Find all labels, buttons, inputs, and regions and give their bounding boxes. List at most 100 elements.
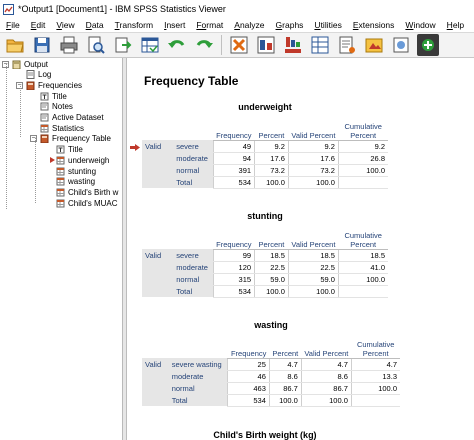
outline-item-label: Frequency Table bbox=[52, 134, 111, 144]
current-item-arrow-icon bbox=[130, 144, 140, 151]
row-category-label: severe bbox=[173, 249, 214, 261]
insert-output-icon[interactable] bbox=[417, 34, 439, 56]
outline-pane[interactable]: − Output Log − Frequencies Title Notes Active D… bbox=[0, 58, 123, 440]
title-bar: *Output1 [Document1] - IBM SPSS Statisti… bbox=[0, 0, 474, 18]
show-all-icon[interactable] bbox=[390, 34, 412, 56]
cell-pct: 86.7 bbox=[268, 382, 302, 395]
cell-cum: 26.8 bbox=[337, 152, 388, 165]
undo-icon[interactable] bbox=[166, 34, 188, 56]
menu-item-insert[interactable]: Insert bbox=[158, 20, 190, 30]
menu-item-view[interactable]: View bbox=[50, 20, 79, 30]
insert-text-icon[interactable] bbox=[336, 34, 358, 56]
goto-case-icon[interactable] bbox=[228, 34, 250, 56]
row-category-label: severe bbox=[173, 140, 214, 152]
cell-pct: 100.0 bbox=[268, 394, 302, 407]
row-category-label: moderate bbox=[168, 370, 228, 382]
log-book-icon bbox=[12, 60, 21, 69]
cell-pct: 18.5 bbox=[254, 249, 289, 262]
cell-cum: 100.0 bbox=[350, 382, 400, 395]
variables-icon[interactable] bbox=[282, 34, 304, 56]
cell-pct: 9.2 bbox=[254, 140, 289, 153]
column-header: Cumulative Percent bbox=[338, 225, 388, 250]
procedure-book-icon bbox=[40, 134, 49, 144]
cell-vpct: 59.0 bbox=[287, 273, 339, 286]
redo-icon[interactable] bbox=[193, 34, 215, 56]
outline-item-stunting[interactable]: stunting bbox=[56, 166, 96, 176]
menu-item-help[interactable]: Help bbox=[441, 20, 469, 30]
menu-item-graphs[interactable]: Graphs bbox=[270, 20, 309, 30]
row-group-label: Valid bbox=[142, 358, 169, 406]
cell-freq: 534 bbox=[227, 394, 270, 407]
outline-item-label: Active Dataset bbox=[52, 113, 104, 122]
cell-freq: 534 bbox=[212, 176, 255, 189]
outline-item-title[interactable]: Title bbox=[56, 145, 83, 155]
column-header: Frequency bbox=[227, 334, 270, 359]
cell-vpct: 100.0 bbox=[287, 176, 339, 189]
output-content-pane[interactable]: Frequency Table underweight Frequency Perc… bbox=[128, 58, 474, 440]
tree-connector bbox=[6, 64, 7, 209]
menu-item-extensions[interactable]: Extensions bbox=[347, 20, 400, 30]
menu-item-data[interactable]: Data bbox=[80, 20, 109, 30]
menu-item-format[interactable]: Format bbox=[190, 20, 228, 30]
outline-item-child-s-birth-w[interactable]: Child's Birth w bbox=[56, 187, 118, 197]
table-row: Valid severe wasting 25 4.7 4.7 4.7 bbox=[142, 358, 400, 406]
outline-item-active-dataset[interactable]: Active Dataset bbox=[40, 113, 104, 123]
cell-pct: 8.6 bbox=[268, 370, 302, 383]
print-preview-icon[interactable] bbox=[85, 34, 107, 56]
outline-item-wasting[interactable]: wasting bbox=[56, 177, 95, 187]
outline-item-notes[interactable]: Notes bbox=[40, 102, 73, 112]
frequency-table[interactable]: Frequency Percent Valid Percent Cumulative … bbox=[142, 225, 388, 298]
insert-chart-icon[interactable] bbox=[309, 34, 331, 56]
table-row: Total 534 100.0 100.0 bbox=[142, 394, 400, 407]
frequency-table[interactable]: Frequency Percent Valid Percent Cumulative … bbox=[142, 116, 388, 189]
column-header: Frequency bbox=[213, 225, 255, 250]
pane-splitter[interactable] bbox=[123, 58, 127, 440]
table-icon bbox=[40, 124, 49, 133]
goto-variable-icon[interactable] bbox=[255, 34, 277, 56]
tree-connector bbox=[20, 84, 21, 137]
menu-item-edit[interactable]: Edit bbox=[25, 20, 51, 30]
outline-item-frequency-table[interactable]: − Frequency Table bbox=[30, 134, 111, 144]
outline-item-label: Statistics bbox=[52, 123, 85, 133]
outline-item-title[interactable]: Title bbox=[40, 91, 67, 101]
menu-item-window[interactable]: Window bbox=[399, 20, 440, 30]
title-icon bbox=[40, 92, 49, 101]
table-header-row: Frequency Percent Valid Percent Cumulative … bbox=[142, 334, 400, 359]
header-corner bbox=[142, 116, 213, 140]
column-header: Valid Percent bbox=[288, 116, 339, 141]
table-row: Valid severe 49 9.2 9.2 9.2 bbox=[142, 140, 388, 188]
cell-pct: 100.0 bbox=[254, 285, 289, 298]
table-icon bbox=[56, 156, 65, 165]
cell-vpct: 17.6 bbox=[287, 152, 339, 165]
menu-item-file[interactable]: File bbox=[0, 20, 25, 30]
menu-bar: File Edit View Data Transform Insert Format Ana… bbox=[0, 18, 474, 32]
outline-item-output[interactable]: − Output bbox=[2, 59, 48, 69]
menu-item-transform[interactable]: Transform bbox=[109, 20, 158, 30]
outline-item-underweigh[interactable]: underweigh bbox=[50, 155, 109, 165]
menu-item-utilities[interactable]: Utilities bbox=[308, 20, 346, 30]
cell-cum: 13.3 bbox=[350, 370, 400, 383]
goto-data-icon[interactable] bbox=[139, 34, 161, 56]
outline-item-label: Child's Birth w bbox=[68, 187, 119, 197]
cell-cum: 4.7 bbox=[350, 358, 400, 371]
table-title: underweight bbox=[238, 102, 292, 112]
export-icon[interactable] bbox=[112, 34, 134, 56]
cell-freq: 463 bbox=[227, 382, 270, 395]
print-icon[interactable] bbox=[58, 34, 80, 56]
designated-window-icon[interactable] bbox=[363, 34, 385, 56]
open-folder-icon[interactable] bbox=[4, 34, 26, 56]
outline-item-statistics[interactable]: Statistics bbox=[40, 123, 84, 133]
table-row: Total 534 100.0 100.0 bbox=[142, 176, 388, 189]
outline-item-frequencies[interactable]: − Frequencies bbox=[16, 80, 82, 90]
outline-item-log[interactable]: Log bbox=[26, 70, 51, 80]
row-category-label: moderate bbox=[173, 261, 214, 273]
cell-vpct: 100.0 bbox=[300, 394, 352, 407]
cell-vpct: 86.7 bbox=[300, 382, 352, 395]
cell-cum bbox=[337, 285, 388, 298]
frequency-table[interactable]: Frequency Percent Valid Percent Cumulative … bbox=[142, 334, 400, 407]
save-icon[interactable] bbox=[31, 34, 53, 56]
table-header-row: Frequency Percent Valid Percent Cumulative … bbox=[142, 225, 388, 250]
menu-item-analyze[interactable]: Analyze bbox=[228, 20, 269, 30]
log-page-icon bbox=[26, 70, 35, 80]
outline-item-child-s-muac[interactable]: Child's MUAC bbox=[56, 198, 118, 208]
